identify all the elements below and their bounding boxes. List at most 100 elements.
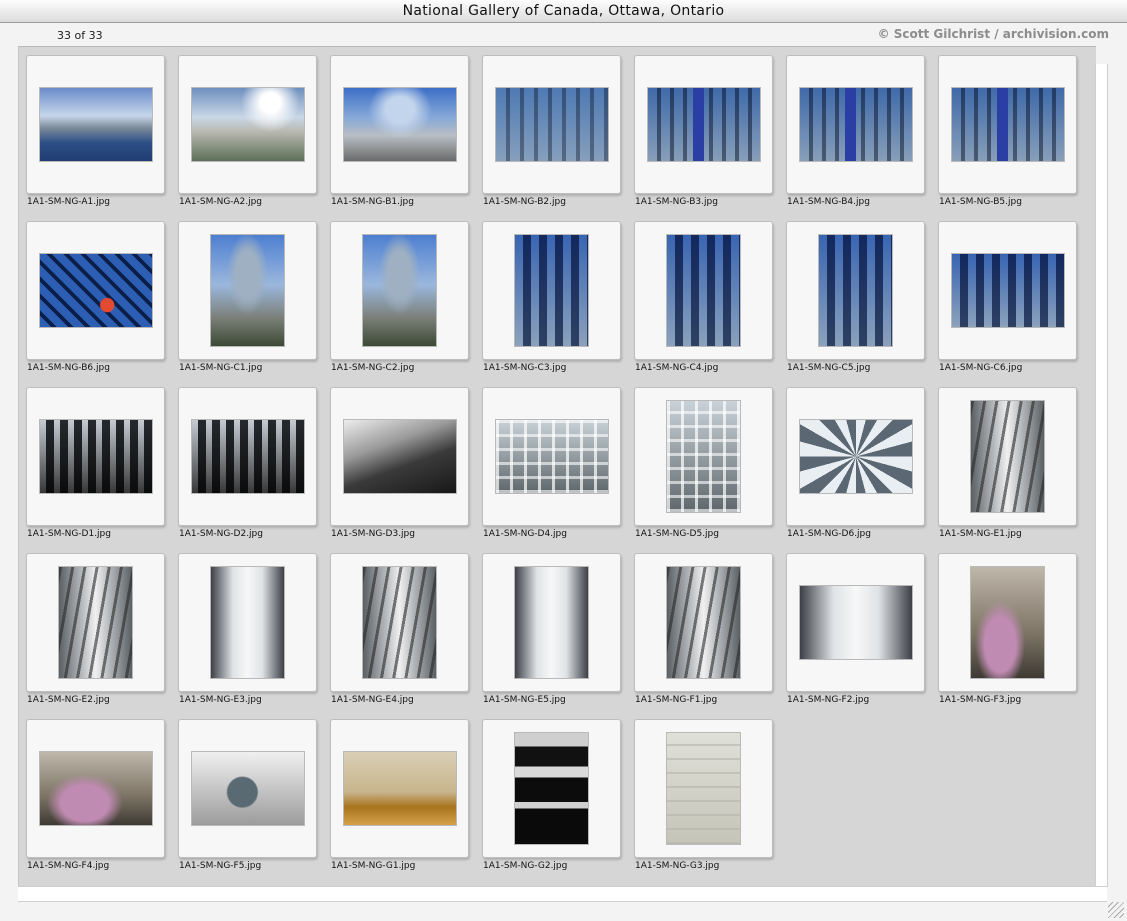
thumbnail-item[interactable]: 1A1-SM-NG-F3.jpg [931,545,1077,705]
thumbnail-image[interactable] [515,567,588,678]
thumbnail-image[interactable] [667,733,740,844]
thumbnail-frame[interactable] [178,221,317,360]
thumbnail-image[interactable] [40,752,152,825]
thumbnail-image[interactable] [344,752,456,825]
thumbnail-image[interactable] [192,88,304,161]
thumbnail-image[interactable] [667,235,740,346]
resize-grip-icon[interactable] [1108,902,1124,918]
thumbnail-image[interactable] [667,567,740,678]
thumbnail-image[interactable] [496,88,608,161]
thumbnail-frame[interactable] [482,553,621,692]
thumbnail-image[interactable] [800,420,912,493]
thumbnail-image[interactable] [800,586,912,659]
thumbnail-item[interactable]: 1A1-SM-NG-A2.jpg [171,47,317,207]
thumbnail-frame[interactable] [330,55,469,194]
thumbnail-frame[interactable] [330,221,469,360]
thumbnail-frame[interactable] [634,387,773,526]
thumbnail-image[interactable] [515,235,588,346]
thumbnail-item[interactable]: 1A1-SM-NG-D5.jpg [627,379,773,539]
thumbnail-frame[interactable] [786,553,925,692]
thumbnail-image[interactable] [515,733,588,844]
thumbnail-item[interactable]: 1A1-SM-NG-D3.jpg [323,379,469,539]
thumbnail-frame[interactable] [26,719,165,858]
thumbnail-frame[interactable] [786,55,925,194]
thumbnail-item[interactable]: 1A1-SM-NG-E5.jpg [475,545,621,705]
thumbnail-image[interactable] [192,420,304,493]
thumbnail-image[interactable] [363,567,436,678]
thumbnail-item[interactable]: 1A1-SM-NG-B1.jpg [323,47,469,207]
thumbnail-frame[interactable] [786,221,925,360]
thumbnail-frame[interactable] [634,719,773,858]
thumbnail-image[interactable] [344,420,456,493]
thumbnail-item[interactable]: 1A1-SM-NG-C1.jpg [171,213,317,373]
thumbnail-image[interactable] [40,254,152,327]
thumbnail-frame[interactable] [482,387,621,526]
thumbnail-frame[interactable] [26,55,165,194]
thumbnail-frame[interactable] [330,387,469,526]
thumbnail-image[interactable] [667,401,740,512]
thumbnail-item[interactable]: 1A1-SM-NG-C4.jpg [627,213,773,373]
thumbnail-frame[interactable] [938,387,1077,526]
horizontal-scrollbar[interactable] [18,886,1107,902]
thumbnail-image[interactable] [819,235,892,346]
thumbnail-item[interactable]: 1A1-SM-NG-F4.jpg [19,711,165,871]
thumbnail-frame[interactable] [482,719,621,858]
thumbnail-item[interactable]: 1A1-SM-NG-B5.jpg [931,47,1077,207]
thumbnail-item[interactable]: 1A1-SM-NG-D1.jpg [19,379,165,539]
thumbnail-frame[interactable] [938,221,1077,360]
thumbnail-item[interactable]: 1A1-SM-NG-C2.jpg [323,213,469,373]
thumbnail-item[interactable]: 1A1-SM-NG-G3.jpg [627,711,773,871]
thumbnail-item[interactable]: 1A1-SM-NG-D6.jpg [779,379,925,539]
thumbnail-frame[interactable] [938,553,1077,692]
thumbnail-image[interactable] [952,88,1064,161]
vertical-scrollbar[interactable] [1095,64,1108,887]
thumbnail-image[interactable] [40,420,152,493]
thumbnail-item[interactable]: 1A1-SM-NG-C5.jpg [779,213,925,373]
thumbnail-image[interactable] [496,420,608,493]
thumbnail-item[interactable]: 1A1-SM-NG-B2.jpg [475,47,621,207]
thumbnail-image[interactable] [971,567,1044,678]
thumbnail-image[interactable] [192,752,304,825]
thumbnail-item[interactable]: 1A1-SM-NG-F5.jpg [171,711,317,871]
thumbnail-item[interactable]: 1A1-SM-NG-B3.jpg [627,47,773,207]
thumbnail-image[interactable] [363,235,436,346]
thumbnail-frame[interactable] [634,221,773,360]
thumbnail-frame[interactable] [634,553,773,692]
thumbnail-frame[interactable] [634,55,773,194]
thumbnail-item[interactable]: 1A1-SM-NG-B4.jpg [779,47,925,207]
thumbnail-image[interactable] [59,567,132,678]
thumbnail-frame[interactable] [178,719,317,858]
thumbnail-item[interactable]: 1A1-SM-NG-A1.jpg [19,47,165,207]
thumbnail-frame[interactable] [330,553,469,692]
thumbnail-item[interactable]: 1A1-SM-NG-F2.jpg [779,545,925,705]
thumbnail-image[interactable] [344,88,456,161]
thumbnail-frame[interactable] [178,387,317,526]
thumbnail-image[interactable] [211,567,284,678]
thumbnail-item[interactable]: 1A1-SM-NG-C3.jpg [475,213,621,373]
thumbnail-item[interactable]: 1A1-SM-NG-E3.jpg [171,545,317,705]
thumbnail-item[interactable]: 1A1-SM-NG-E1.jpg [931,379,1077,539]
thumbnail-item[interactable]: 1A1-SM-NG-G1.jpg [323,711,469,871]
thumbnail-frame[interactable] [26,387,165,526]
thumbnail-image[interactable] [40,88,152,161]
thumbnail-item[interactable]: 1A1-SM-NG-C6.jpg [931,213,1077,373]
thumbnail-item[interactable]: 1A1-SM-NG-G2.jpg [475,711,621,871]
thumbnail-frame[interactable] [786,387,925,526]
thumbnail-frame[interactable] [482,221,621,360]
thumbnail-image[interactable] [648,88,760,161]
thumbnail-image[interactable] [952,254,1064,327]
thumbnail-item[interactable]: 1A1-SM-NG-D2.jpg [171,379,317,539]
thumbnail-image[interactable] [211,235,284,346]
thumbnail-frame[interactable] [178,55,317,194]
thumbnail-item[interactable]: 1A1-SM-NG-E2.jpg [19,545,165,705]
thumbnail-frame[interactable] [330,719,469,858]
thumbnail-item[interactable]: 1A1-SM-NG-E4.jpg [323,545,469,705]
thumbnail-frame[interactable] [178,553,317,692]
thumbnail-item[interactable]: 1A1-SM-NG-F1.jpg [627,545,773,705]
thumbnail-frame[interactable] [26,221,165,360]
thumbnail-frame[interactable] [26,553,165,692]
thumbnail-image[interactable] [971,401,1044,512]
thumbnail-frame[interactable] [482,55,621,194]
thumbnail-item[interactable]: 1A1-SM-NG-B6.jpg [19,213,165,373]
thumbnail-frame[interactable] [938,55,1077,194]
